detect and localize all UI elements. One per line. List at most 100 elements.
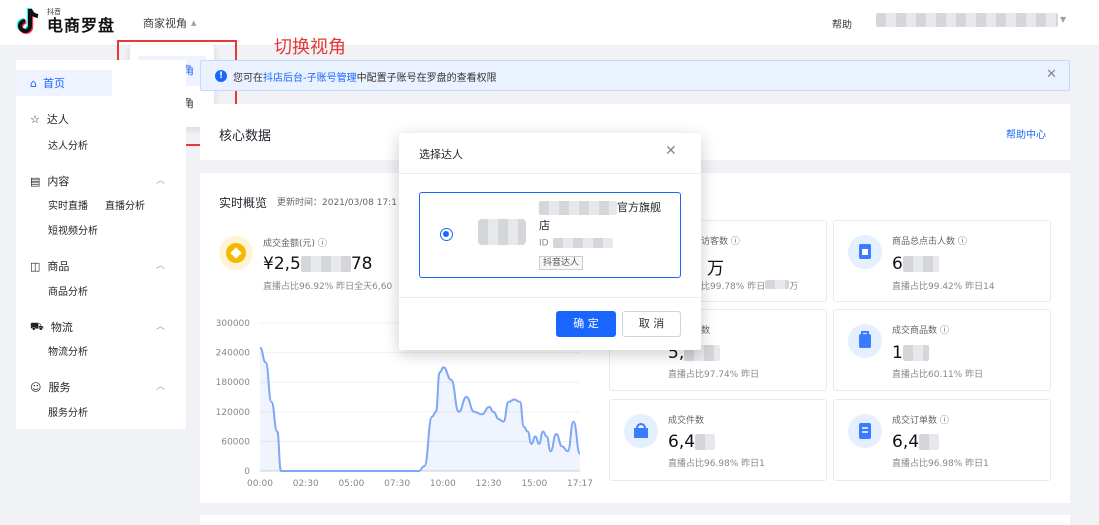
kpi-products-sub: 直播占比60.11% 昨日 xyxy=(892,370,984,380)
redacted-value xyxy=(902,256,939,272)
confirm-button[interactable]: 确 定 xyxy=(556,311,616,337)
next-section-card xyxy=(200,515,1070,525)
chevron-up-icon[interactable]: ︿ xyxy=(156,379,165,392)
sidebar-item-home[interactable]: ⌂ 首页 xyxy=(16,70,112,96)
kpi-gmv-label-text: 成交金额(元) xyxy=(263,239,316,249)
kpi-gmv-value: ¥2,5 78 xyxy=(263,254,373,274)
y-tick-label: 120000 xyxy=(216,408,251,418)
kpi-orders-label-text: 成交订单数 xyxy=(892,416,938,426)
product-icon: ◫ xyxy=(30,259,41,273)
sidebar-group-product[interactable]: ◫ 商品 xyxy=(30,258,69,274)
kpi-items-value-text: 6,4 xyxy=(668,432,696,452)
x-tick-label: 15:00 xyxy=(521,479,547,489)
kpi-visitors-label-text: 访客数 xyxy=(701,237,729,247)
kpi-clicks-label: 商品总点击人数 ⓘ xyxy=(892,234,967,247)
help-circle-icon[interactable]: ⓘ xyxy=(958,237,967,247)
notice-text: 您可在抖店后台-子账号管理中配置子账号在罗盘的查看权限 xyxy=(233,69,497,84)
sidebar-group-label: 内容 xyxy=(47,175,70,188)
order-list-icon xyxy=(848,414,882,448)
realtime-title: 实时概览 xyxy=(219,196,268,210)
creator-option[interactable]: 官方旗舰 店 ID 抖音达人 xyxy=(419,192,681,278)
kpi-items-value: 6,4 xyxy=(668,432,716,452)
notice-banner: ! 您可在抖店后台-子账号管理中配置子账号在罗盘的查看权限 ✕ xyxy=(200,60,1070,91)
sub-account-link[interactable]: 抖店后台-子账号管理 xyxy=(263,73,357,84)
info-icon: ! xyxy=(215,70,227,82)
redacted-value xyxy=(539,201,617,215)
content-icon: ▤ xyxy=(30,174,41,188)
x-tick-label: 12:30 xyxy=(476,479,502,489)
kpi-products-label-text: 成交商品数 xyxy=(892,326,938,336)
view-switch-dropdown[interactable]: 商家视角 ▲ xyxy=(143,15,196,31)
truck-icon: ⛟ xyxy=(30,319,44,333)
caret-up-icon: ▲ xyxy=(191,19,197,27)
sidebar-group-creator[interactable]: ☆ 达人 xyxy=(30,111,69,127)
logo-title: 电商罗盘 xyxy=(47,15,116,35)
sidebar-item-creator-analysis[interactable]: 达人分析 xyxy=(48,137,88,152)
y-tick-label: 300000 xyxy=(216,319,251,329)
app-logo[interactable]: 抖音 电商罗盘 xyxy=(15,6,115,36)
service-icon: ☺ xyxy=(30,380,42,394)
radio-selected[interactable] xyxy=(440,228,453,241)
creator-name: 官方旗舰 xyxy=(539,199,661,215)
sidebar-item-short-video[interactable]: 短视频分析 xyxy=(48,222,98,237)
x-tick-label: 07:30 xyxy=(384,479,410,489)
gmv-coin-icon xyxy=(219,236,253,270)
creator-id: ID xyxy=(539,238,613,249)
user-account-redacted[interactable] xyxy=(876,13,1058,27)
close-icon[interactable]: ✕ xyxy=(665,143,677,159)
help-circle-icon[interactable]: ⓘ xyxy=(318,239,327,249)
sidebar-item-service-analysis[interactable]: 服务分析 xyxy=(48,404,88,419)
kpi-clicks-value: 6 xyxy=(892,254,939,274)
help-center-link[interactable]: 帮助中心 xyxy=(1006,126,1046,141)
kpi-clicks-value-text: 6 xyxy=(892,254,903,274)
chevron-up-icon[interactable]: ︿ xyxy=(156,319,165,332)
sidebar-group-label: 商品 xyxy=(47,260,70,273)
sidebar-group-content[interactable]: ▤ 内容 xyxy=(30,173,69,189)
creator-name-line2: 店 xyxy=(539,219,550,232)
help-circle-icon[interactable]: ⓘ xyxy=(940,416,949,426)
redacted-value xyxy=(919,434,940,450)
kpi-gmv-sub: 直播占比96.92% 昨日全天6,60 xyxy=(263,282,393,292)
x-tick-label: 10:00 xyxy=(430,479,456,489)
sidebar-item-live-realtime[interactable]: 实时直播 xyxy=(48,197,88,212)
help-circle-icon[interactable]: ⓘ xyxy=(940,326,949,336)
kpi-visitors-sub: 比99.78% 昨日 万 xyxy=(701,279,798,292)
cancel-button[interactable]: 取 消 xyxy=(622,311,681,337)
kpi-items-sub: 直播占比96.98% 昨日1 xyxy=(668,459,765,469)
y-tick-label: 60000 xyxy=(221,437,250,447)
close-icon[interactable]: ✕ xyxy=(1046,67,1057,82)
sidebar-group-label: 物流 xyxy=(50,321,73,334)
y-tick-label: 240000 xyxy=(216,349,251,359)
kpi-orders-sub: 直播占比96.98% 昨日1 xyxy=(892,459,989,469)
kpi-visitors-value: 万 xyxy=(707,259,724,279)
sidebar-item-label: 首页 xyxy=(42,77,65,90)
sidebar-item-product-analysis[interactable]: 商品分析 xyxy=(48,283,88,298)
creator-type-tag: 抖音达人 xyxy=(539,256,584,270)
kpi-buyers-label: 数 xyxy=(701,326,711,336)
sidebar-group-logistics[interactable]: ⛟ 物流 xyxy=(30,319,73,335)
x-tick-label: 00:00 xyxy=(247,479,273,489)
help-link[interactable]: 帮助 xyxy=(832,16,852,31)
chevron-down-icon[interactable]: ▼ xyxy=(1060,15,1066,24)
chevron-up-icon[interactable]: ︿ xyxy=(156,258,165,271)
kpi-gmv-label: 成交金额(元) ⓘ xyxy=(263,236,327,249)
chevron-up-icon[interactable]: ︿ xyxy=(156,173,165,186)
kpi-gmv-value-suffix: 78 xyxy=(350,254,373,274)
cart-click-icon xyxy=(848,235,882,269)
creator-avatar-redacted xyxy=(478,219,526,245)
sidebar-group-service[interactable]: ☺ 服务 xyxy=(30,379,70,395)
kpi-visitors-sub-b: 昨日 xyxy=(747,282,766,292)
product-bag-icon xyxy=(848,324,882,358)
sidebar-item-live-analysis[interactable]: 直播分析 xyxy=(105,197,145,212)
update-time: 更新时间：2021/03/08 17:1 xyxy=(277,198,397,208)
kpi-products-value-text: 1 xyxy=(892,343,903,363)
y-tick-label: 0 xyxy=(244,467,250,477)
sidebar-item-logistics-analysis[interactable]: 物流分析 xyxy=(48,343,88,358)
kpi-orders-label: 成交订单数 ⓘ xyxy=(892,413,949,426)
view-switch-label: 商家视角 xyxy=(143,17,187,30)
kpi-visitors-sub-a: 比99.78% xyxy=(701,282,745,292)
annotation-label: 切换视角 xyxy=(274,37,346,58)
help-circle-icon[interactable]: ⓘ xyxy=(731,237,740,247)
douyin-logo-icon xyxy=(15,6,43,36)
select-creator-modal: 选择达人 ✕ 官方旗舰 店 ID 抖音达人 确 定 取 消 xyxy=(399,133,701,350)
